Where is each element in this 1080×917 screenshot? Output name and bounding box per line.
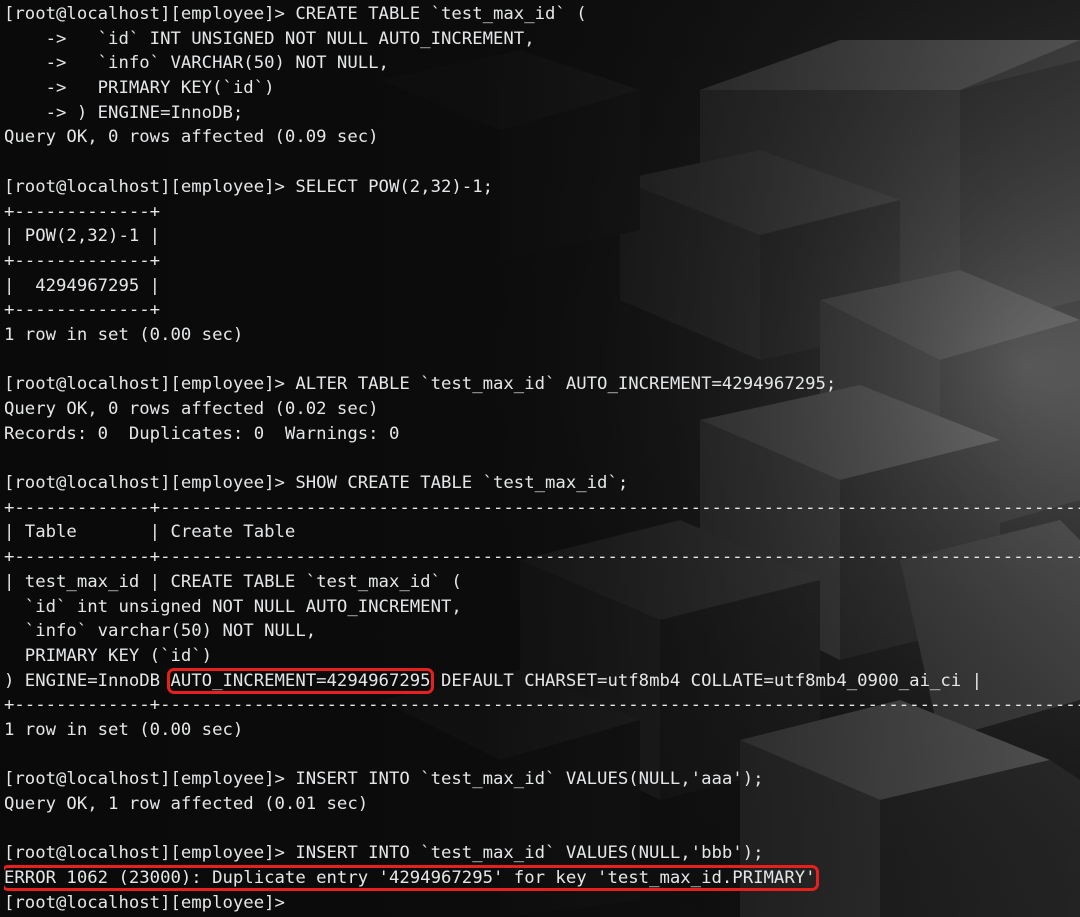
highlighted-text: AUTO_INCREMENT=4294967295	[167, 667, 434, 694]
terminal-line: -> ) ENGINE=InnoDB;	[4, 102, 244, 123]
terminal-line: Query OK, 0 rows affected (0.09 sec)	[4, 127, 379, 148]
terminal-line: 1 row in set (0.00 sec)	[4, 719, 244, 740]
highlighted-text: ERROR 1062 (23000): Duplicate entry '429…	[4, 865, 819, 892]
terminal-text: ) ENGINE=InnoDB	[4, 670, 171, 691]
terminal-line: Query OK, 1 row affected (0.01 sec)	[4, 794, 369, 814]
terminal-line: ERROR 1062 (23000): Duplicate entry '429…	[4, 865, 1080, 892]
terminal-line: Records: 0 Duplicates: 0 Warnings: 0	[4, 423, 400, 444]
terminal-line: 1 row in set (0.00 sec)	[4, 324, 244, 345]
terminal-line: [root@localhost][employee]>	[4, 892, 285, 913]
terminal-line: +-------------+	[4, 250, 161, 271]
terminal-line: | test_max_id | CREATE TABLE `test_max_i…	[4, 571, 462, 592]
terminal-output: [root@localhost][employee]> CREATE TABLE…	[4, 2, 1080, 917]
terminal-line: +-------------+-------------------------…	[4, 695, 1080, 716]
terminal-line: | Table | Create Table	[4, 522, 296, 543]
terminal-line: Query OK, 0 rows affected (0.02 sec)	[4, 399, 379, 419]
terminal-line: [root@localhost][employee]> SELECT POW(2…	[4, 176, 493, 197]
terminal-line: -> PRIMARY KEY(`id`)	[4, 78, 275, 99]
terminal-line: [root@localhost][employee]> SHOW CREATE …	[4, 473, 629, 494]
terminal-line: [root@localhost][employee]> CREATE TABLE…	[4, 4, 587, 24]
terminal-line: ) ENGINE=InnoDB AUTO_INCREMENT=429496729…	[4, 667, 1080, 694]
terminal-line: | 4294967295 |	[4, 275, 161, 296]
terminal-line: +-------------+-------------------------…	[4, 547, 1080, 568]
terminal-line: -> `id` INT UNSIGNED NOT NULL AUTO_INCRE…	[4, 28, 535, 49]
terminal-line: `info` varchar(50) NOT NULL,	[4, 621, 317, 642]
terminal-line: `id` int unsigned NOT NULL AUTO_INCREMEN…	[4, 596, 462, 617]
terminal-line: [root@localhost][employee]> INSERT INTO …	[4, 843, 764, 864]
terminal-line: +-------------+	[4, 300, 161, 321]
terminal-text: DEFAULT CHARSET=utf8mb4 COLLATE=utf8mb4_…	[430, 670, 983, 691]
terminal-line: PRIMARY KEY (`id`)	[4, 645, 213, 666]
terminal-line: [root@localhost][employee]> ALTER TABLE …	[4, 374, 837, 395]
terminal-line: [root@localhost][employee]> INSERT INTO …	[4, 769, 764, 790]
terminal-line: | POW(2,32)-1 |	[4, 226, 161, 247]
terminal-line: -> `info` VARCHAR(50) NOT NULL,	[4, 53, 389, 74]
terminal-line: +-------------+-------------------------…	[4, 497, 1080, 518]
terminal-line: +-------------+	[4, 201, 161, 222]
